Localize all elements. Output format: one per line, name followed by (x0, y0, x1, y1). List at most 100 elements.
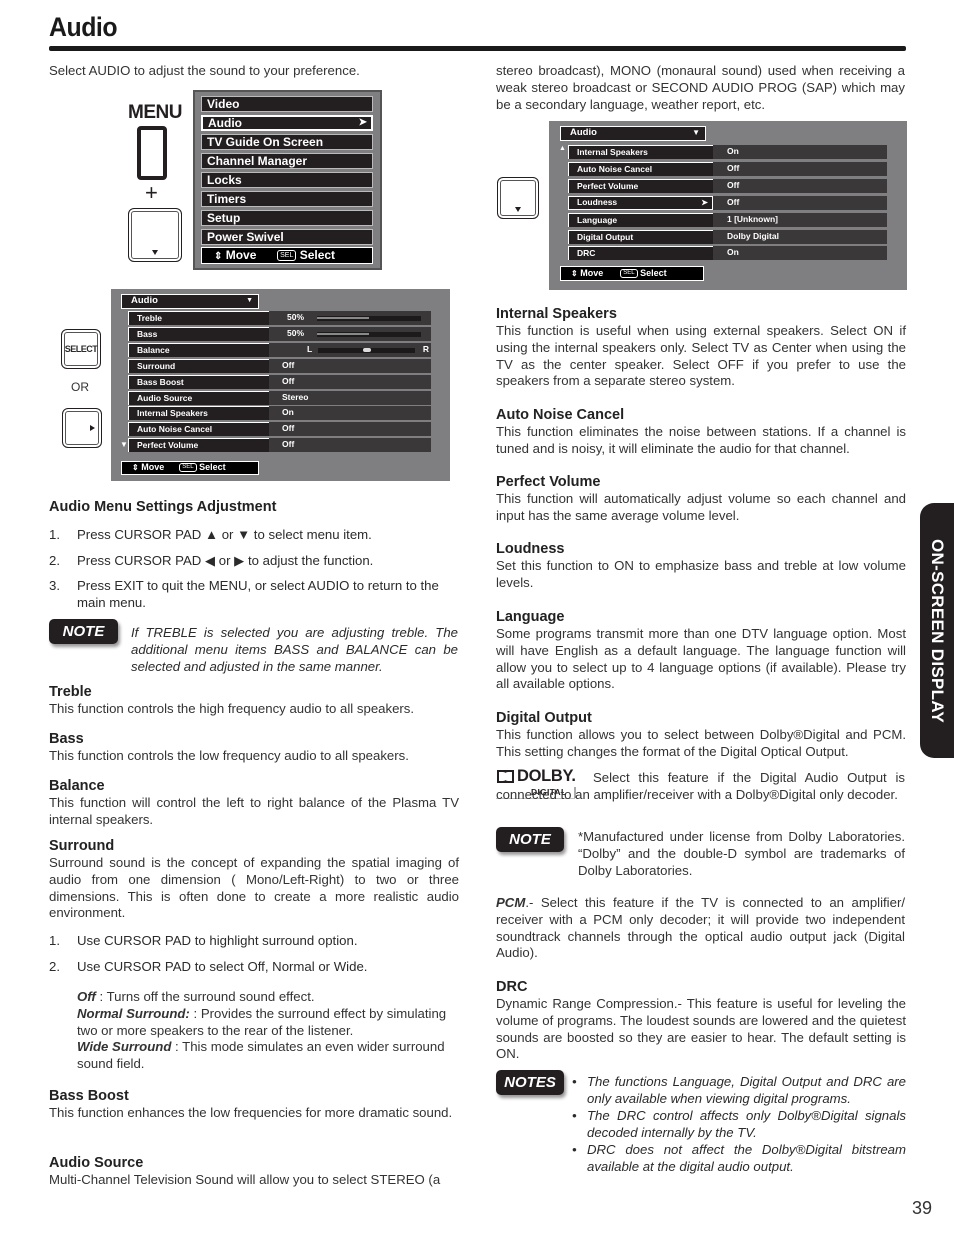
scroll-up-icon[interactable]: ▲ (559, 145, 566, 152)
audio-menu-row-value: Off (713, 195, 887, 210)
audio-menu-row[interactable]: DRC On (568, 246, 887, 261)
audio-menu-row[interactable]: Internal Speakers On (568, 145, 887, 159)
audio-menu-row-value: Off (713, 161, 887, 176)
audio-menu-row-label: Audio Source (128, 390, 269, 405)
audio-menu-osd-1: Audio ▼ Treble 50% Bass 50% Balance L R Surroun… (111, 289, 450, 481)
select-label: Select (299, 248, 336, 262)
main-menu-item[interactable]: Channel Manager (201, 153, 373, 169)
adjust-heading: Audio Menu Settings Adjustment (49, 499, 277, 515)
audio-menu-row-value: LR (269, 342, 431, 357)
main-menu-item[interactable]: Video (201, 96, 373, 112)
cursor-right-button[interactable] (62, 408, 102, 448)
audio-menu-row-label: Perfect Volume (568, 178, 713, 193)
balance-body: This function will control the left to r… (49, 795, 459, 827)
audio-menu-header[interactable]: Audio ▼ (560, 126, 706, 141)
main-menu-item[interactable]: Power Swivel (201, 229, 373, 245)
select-button[interactable]: SELECT (61, 329, 101, 369)
select-label: Select (640, 268, 667, 278)
step-text: Press EXIT to quit the MENU, or select A… (77, 578, 439, 610)
audio-menu-row[interactable]: Bass 50% (128, 326, 431, 341)
audio-menu-row[interactable]: Perfect Volume Off (128, 438, 431, 453)
audio-menu-row-label: Internal Speakers (568, 145, 713, 159)
audio-menu-footer: ⇕ Move SEL Select (121, 461, 259, 475)
menu-button[interactable] (137, 126, 167, 180)
auto-noise-heading: Auto Noise Cancel (496, 407, 625, 423)
audio-menu-row-label: Treble (128, 311, 269, 325)
balance-knob[interactable] (362, 348, 371, 353)
audio-menu-row-value: 50% (269, 311, 431, 325)
main-menu-item[interactable]: Timers (201, 191, 373, 207)
main-menu-item-label: Locks (207, 173, 242, 187)
drc-heading: DRC (496, 979, 528, 995)
audio-menu-row[interactable]: Surround Off (128, 358, 431, 373)
audio-menu-row-value: Stereo (269, 390, 431, 405)
audio-menu-header[interactable]: Audio ▼ (121, 294, 259, 309)
audio-menu-row[interactable]: Auto Noise Cancel Off (568, 161, 887, 176)
audio-menu-row[interactable]: Audio Source Stereo (128, 390, 431, 405)
loudness-section: Loudness Set this function to ON to emph… (496, 540, 906, 592)
internal-speakers-heading: Internal Speakers (496, 306, 617, 322)
slider-track[interactable] (317, 331, 421, 337)
main-menu-item[interactable]: Setup (201, 210, 373, 226)
cursor-down-button[interactable] (497, 177, 539, 219)
row-value-text: Off (282, 439, 295, 450)
note-bullet-text: The functions Language, Digital Output a… (587, 1074, 906, 1106)
step-text: Press CURSOR PAD ◀ or ▶ to adjust the fu… (77, 553, 374, 568)
row-label-text: Treble (137, 313, 163, 323)
audio-menu-row[interactable]: Treble 50% (128, 311, 431, 325)
arrow-right-icon (90, 425, 95, 431)
step-text: Use CURSOR PAD to highlight surround opt… (77, 933, 358, 948)
cursor-down-button[interactable] (128, 208, 182, 262)
balance-left-label: L (307, 343, 313, 354)
scroll-down-icon[interactable]: ▼ (120, 440, 128, 449)
loudness-body: Set this function to ON to emphasize bas… (496, 558, 906, 590)
row-value-text: On (282, 407, 294, 418)
audio-menu-row[interactable]: Balance L R (128, 342, 431, 357)
row-value-text: Stereo (282, 391, 309, 402)
row-value-text: On (727, 146, 739, 156)
section-side-tab: ON-SCREEN DISPLAY (920, 503, 954, 758)
audio-menu-row[interactable]: Perfect Volume Off (568, 178, 887, 193)
audio-menu-row[interactable]: Internal Speakers On (128, 406, 431, 421)
row-label-text: Internal Speakers (577, 147, 648, 157)
pcm-term: PCM (496, 895, 526, 910)
row-value-text: 1 [Unknown] (727, 213, 778, 224)
balance-heading: Balance (49, 778, 105, 794)
adjust-step: 3. Press EXIT to quit the MENU, or selec… (49, 578, 459, 612)
move-label: Move (225, 248, 257, 262)
bass-boost-body: This function enhances the low frequenci… (49, 1105, 453, 1120)
loudness-heading: Loudness (496, 541, 565, 557)
main-menu-item-label: Timers (207, 192, 247, 206)
language-heading: Language (496, 609, 565, 625)
bass-section: Bass This function controls the low freq… (49, 730, 459, 765)
step-text: Use CURSOR PAD to select Off, Normal or … (77, 959, 368, 974)
row-label-text: Surround (137, 360, 176, 371)
audio-menu-row[interactable]: Bass Boost Off (128, 374, 431, 389)
or-label: OR (71, 380, 89, 394)
main-menu-item[interactable]: TV Guide On Screen (201, 134, 373, 150)
select-label: Select (199, 462, 226, 472)
balance-track[interactable] (318, 347, 415, 353)
row-value-text: On (727, 247, 739, 258)
treble-section: Treble This function controls the high f… (49, 683, 459, 718)
slider-track[interactable] (317, 316, 421, 321)
audio-menu-osd-2: Audio ▼ ▲ Internal Speakers On Auto Noise … (549, 121, 907, 290)
slider-fill (317, 332, 369, 335)
surround-body: Surround sound is the concept of expandi… (49, 855, 459, 921)
bass-boost-section: Bass Boost This function enhances the lo… (49, 1087, 459, 1122)
audio-menu-row[interactable]: Auto Noise Cancel Off (128, 422, 431, 437)
audio-menu-row-value: On (269, 406, 431, 421)
note-bullet-text: DRC does not affect the Dolby®Digital bi… (587, 1142, 906, 1174)
audio-menu-row-value: On (713, 145, 887, 159)
audio-menu-row[interactable]: Loudness ➤ Off (568, 195, 887, 210)
row-label-text: Balance (137, 344, 170, 355)
move-arrows-icon: ⇕ (571, 269, 578, 278)
bass-boost-heading: Bass Boost (49, 1088, 129, 1104)
main-menu-footer: ⇕ Move SEL Select (201, 247, 373, 264)
main-menu-item[interactable]: Audio ➤ (201, 115, 373, 131)
audio-menu-row[interactable]: Digital Output Dolby Digital (568, 229, 887, 244)
audio-menu-row[interactable]: Language 1 [Unknown] (568, 212, 887, 227)
main-menu-item[interactable]: Locks (201, 172, 373, 188)
dolby-text: Select this feature if the Digital Audio… (496, 770, 905, 802)
arrow-down-icon (515, 207, 521, 212)
